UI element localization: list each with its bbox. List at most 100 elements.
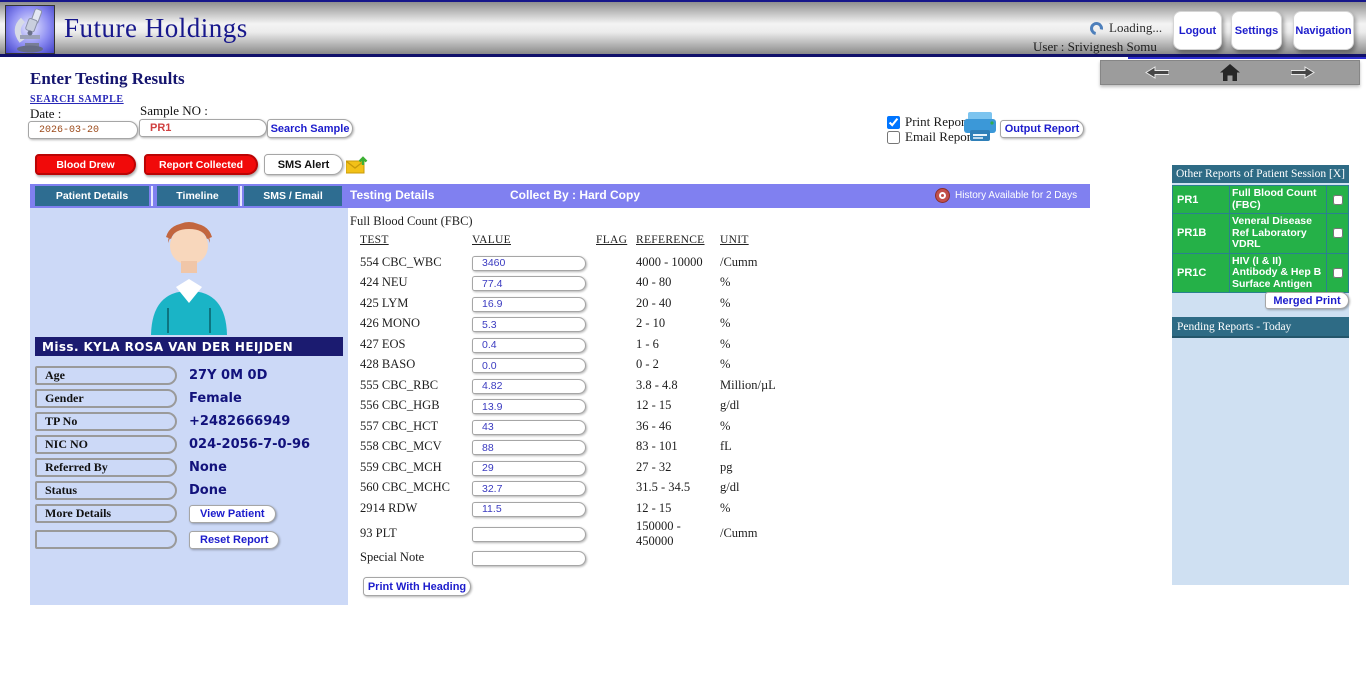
app-window: Future Holdings Loading... User : Srivig…	[0, 0, 1366, 678]
test-row: 426 MONO 2 - 10 %	[348, 314, 1088, 335]
tab-testing-details[interactable]: Testing Details	[350, 188, 434, 202]
test-unit: %	[720, 296, 810, 311]
report-collected-button[interactable]: Report Collected	[144, 154, 258, 175]
tab-timeline[interactable]: Timeline	[157, 186, 238, 206]
test-row: 555 CBC_RBC 3.8 - 4.8 Million/µL	[348, 375, 1088, 396]
test-value-input[interactable]	[472, 338, 586, 353]
navigation-button[interactable]: Navigation	[1293, 11, 1354, 50]
blood-drew-button[interactable]: Blood Drew	[35, 154, 136, 175]
test-value-input[interactable]	[472, 297, 586, 312]
view-patient-button[interactable]: View Patient	[189, 505, 276, 523]
other-reports-sidebar: Other Reports of Patient Session [X] PR1…	[1172, 165, 1349, 585]
email-report-checkbox[interactable]	[887, 131, 900, 144]
test-reference: 20 - 40	[636, 296, 720, 311]
tab-sms-email[interactable]: SMS / Email	[244, 186, 342, 206]
test-value-input[interactable]	[472, 379, 586, 394]
patient-field-label: Referred By	[35, 458, 177, 477]
test-unit: %	[720, 316, 810, 331]
close-icon[interactable]: [X]	[1329, 168, 1345, 180]
report-code: PR1C	[1173, 254, 1229, 293]
test-reference: 150000 - 450000	[636, 519, 720, 549]
search-sample-link[interactable]: SEARCH SAMPLE	[30, 94, 124, 105]
test-value-input[interactable]	[472, 440, 586, 455]
report-select-checkbox[interactable]	[1333, 195, 1343, 205]
date-input[interactable]	[28, 121, 138, 139]
test-row: 560 CBC_MCHC 31.5 - 34.5 g/dl	[348, 478, 1088, 499]
test-row: 554 CBC_WBC 4000 - 10000 /Cumm	[348, 252, 1088, 273]
other-reports-title: Other Reports of Patient Session	[1176, 168, 1326, 180]
send-email-icon[interactable]	[346, 156, 369, 180]
patient-field-row: Status Done	[35, 479, 345, 502]
test-value-input[interactable]	[472, 420, 586, 435]
loading-text: Loading...	[1109, 20, 1162, 36]
patient-field-row: TP No +2482666949	[35, 410, 345, 433]
history-clock-icon	[936, 189, 949, 202]
test-name: 424 NEU	[360, 275, 472, 290]
more-details-label: More Details	[35, 504, 177, 523]
test-value-input[interactable]	[472, 461, 586, 476]
test-value-input[interactable]	[472, 317, 586, 332]
test-unit: /Cumm	[720, 255, 810, 270]
special-note-input[interactable]	[472, 551, 586, 566]
test-row: 558 CBC_MCV 83 - 101 fL	[348, 437, 1088, 458]
tab-divider	[151, 186, 153, 206]
test-row: 428 BASO 0 - 2 %	[348, 355, 1088, 376]
special-note-label: Special Note	[360, 550, 472, 565]
test-name: 428 BASO	[360, 357, 472, 372]
test-reference: 2 - 10	[636, 316, 720, 331]
print-with-heading-button[interactable]: Print With Heading	[363, 577, 471, 596]
patient-field-value: Female	[189, 391, 242, 406]
patient-field-value: 024-2056-7-0-96	[189, 437, 310, 452]
merged-print-button[interactable]: Merged Print	[1265, 292, 1349, 309]
back-arrow-icon[interactable]	[1145, 66, 1169, 79]
report-row: PR1B Veneral Disease Ref Laboratory VDRL	[1173, 214, 1348, 253]
test-row: 557 CBC_HCT 36 - 46 %	[348, 416, 1088, 437]
test-reference: 4000 - 10000	[636, 255, 720, 270]
test-name: 426 MONO	[360, 316, 472, 331]
logout-button[interactable]: Logout	[1173, 11, 1222, 50]
patient-field-value: None	[189, 460, 227, 475]
report-code: PR1B	[1173, 214, 1229, 253]
test-value-input[interactable]	[472, 399, 586, 414]
test-unit: g/dl	[720, 398, 810, 413]
test-value-input[interactable]	[472, 502, 586, 517]
collect-by-label: Collect By : Hard Copy	[510, 188, 640, 202]
patient-field-label: Status	[35, 481, 177, 500]
test-unit: Million/µL	[720, 378, 810, 393]
tab-patient-details[interactable]: Patient Details	[35, 186, 149, 206]
test-reference: 12 - 15	[636, 501, 720, 516]
printer-icon[interactable]	[962, 111, 998, 147]
test-unit: %	[720, 501, 810, 516]
microscope-logo-icon	[5, 5, 55, 54]
test-reference: 31.5 - 34.5	[636, 480, 720, 495]
sample-no-input[interactable]	[139, 119, 267, 137]
sms-alert-button[interactable]: SMS Alert	[264, 154, 343, 175]
patient-field-row: Age 27Y 0M 0D	[35, 364, 345, 387]
report-select-checkbox[interactable]	[1333, 268, 1343, 278]
test-unit: %	[720, 357, 810, 372]
test-name: 557 CBC_HCT	[360, 419, 472, 434]
test-value-input[interactable]	[472, 481, 586, 496]
report-name: Veneral Disease Ref Laboratory VDRL	[1230, 214, 1326, 253]
output-report-button[interactable]: Output Report	[1000, 120, 1084, 138]
brand-title: Future Holdings	[64, 13, 248, 44]
search-sample-button[interactable]: Search Sample	[267, 119, 353, 138]
test-name: 2914 RDW	[360, 501, 472, 516]
test-reference: 36 - 46	[636, 419, 720, 434]
col-unit: UNIT	[720, 234, 810, 246]
test-value-input[interactable]	[472, 527, 586, 542]
test-value-input[interactable]	[472, 358, 586, 373]
test-value-input[interactable]	[472, 256, 586, 271]
test-unit: /Cumm	[720, 526, 810, 541]
report-select-checkbox[interactable]	[1333, 228, 1343, 238]
patient-field-list: Age 27Y 0M 0D Gender Female TP No +24826…	[35, 364, 345, 502]
col-flag: FLAG	[596, 234, 636, 246]
reset-report-button[interactable]: Reset Report	[189, 531, 279, 549]
test-value-input[interactable]	[472, 276, 586, 291]
forward-arrow-icon[interactable]	[1291, 66, 1315, 79]
test-table-body: 554 CBC_WBC 4000 - 10000 /Cumm 424 NEU 4…	[348, 252, 1088, 539]
settings-button[interactable]: Settings	[1231, 11, 1282, 50]
print-report-checkbox[interactable]	[887, 116, 900, 129]
home-icon[interactable]	[1220, 64, 1240, 81]
test-row: 425 LYM 20 - 40 %	[348, 293, 1088, 314]
